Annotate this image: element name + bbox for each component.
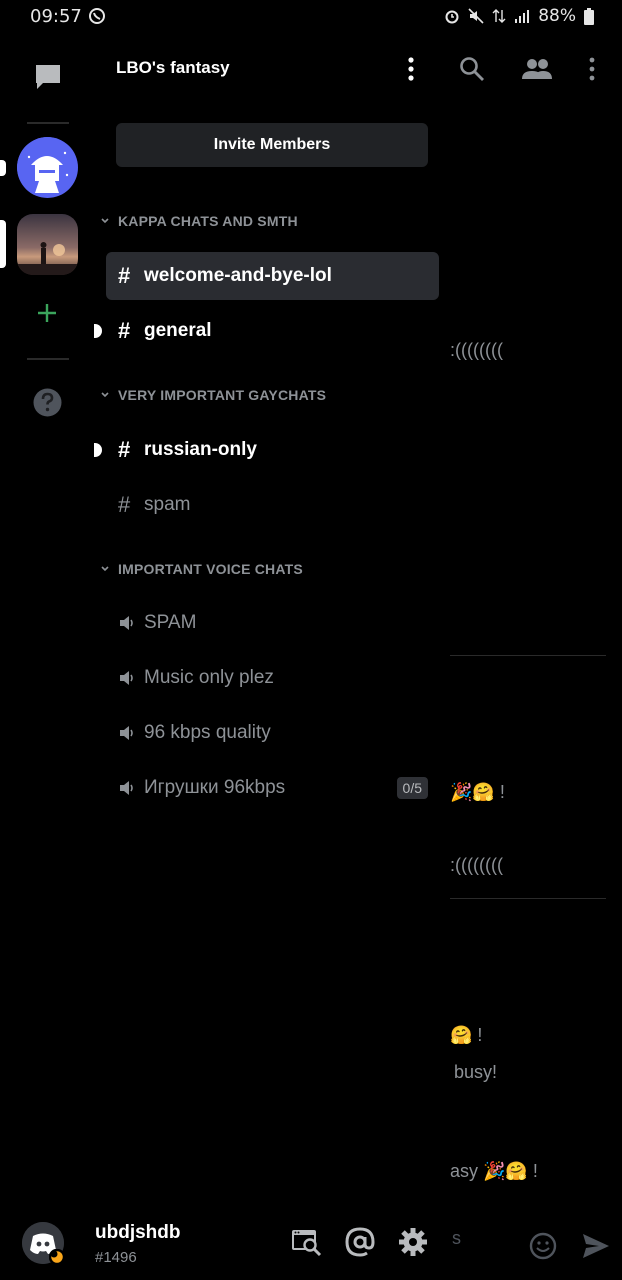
voice-channel-spam[interactable]: SPAM: [106, 599, 439, 647]
category-kappa[interactable]: KAPPA CHATS AND SMTH: [100, 213, 298, 229]
viber-notification-icon: [89, 8, 105, 24]
speaker-icon: [120, 781, 133, 795]
channel-label: Music only plez: [144, 667, 274, 688]
chat-divider: [450, 655, 606, 656]
chevron-down-icon: [101, 566, 109, 572]
unread-indicator: [94, 443, 102, 457]
guild-unread-pill: [0, 160, 6, 176]
chat-menu-icon[interactable]: [587, 56, 597, 82]
category-label: VERY IMPORTANT GAYCHATS: [118, 387, 327, 403]
channel-label: spam: [144, 494, 191, 515]
mentions-icon[interactable]: [344, 1226, 376, 1258]
user-limit-badge: 0/5: [396, 777, 428, 799]
chat-background-panel[interactable]: [448, 32, 622, 1280]
chevron-down-icon: [101, 392, 109, 398]
members-icon[interactable]: [521, 58, 553, 80]
add-server-icon[interactable]: [36, 302, 58, 324]
chevron-down-icon: [101, 218, 109, 224]
status-idle-icon: [49, 1249, 65, 1265]
server-discovery-icon[interactable]: [290, 1226, 322, 1258]
help-icon[interactable]: [33, 388, 62, 417]
channel-label: Игрушки 96kbps: [144, 777, 286, 798]
channel-general[interactable]: # general: [106, 307, 439, 355]
server-name[interactable]: LBO's fantasy: [116, 58, 230, 78]
chat-snippet: 🎉🤗 !: [450, 782, 505, 802]
speaker-icon: [120, 616, 133, 630]
data-icon: [492, 9, 506, 23]
user-panel: [0, 1205, 448, 1280]
invite-members-button[interactable]: Invite Members: [116, 123, 428, 167]
server-menu-icon[interactable]: [404, 56, 418, 82]
speaker-icon: [120, 726, 133, 740]
speaker-icon: [120, 671, 133, 685]
chat-divider: [450, 898, 606, 899]
invite-members-label: Invite Members: [213, 136, 331, 153]
channel-label: SPAM: [144, 612, 197, 633]
chat-snippet: 🤗 !: [450, 1025, 483, 1045]
battery-percent: 88%: [538, 6, 576, 26]
guild-selected-pill: [0, 220, 6, 268]
channel-russian-only[interactable]: # russian-only: [106, 426, 439, 474]
chat-snippet: :((((((((: [450, 855, 503, 875]
emoji-icon[interactable]: [529, 1232, 557, 1260]
category-very-important[interactable]: VERY IMPORTANT GAYCHATS: [100, 387, 326, 403]
user-tag: #1496: [95, 1249, 137, 1266]
settings-gear-icon[interactable]: [397, 1226, 429, 1258]
username[interactable]: ubdjshdb: [95, 1222, 180, 1244]
status-right: 88%: [444, 6, 594, 26]
channel-label: russian-only: [144, 439, 257, 460]
voice-channel-96kbps[interactable]: 96 kbps quality: [106, 709, 439, 757]
rail-divider: [27, 122, 69, 124]
channel-welcome[interactable]: # welcome-and-bye-lol: [106, 252, 439, 300]
unread-indicator: [94, 324, 102, 338]
guild-avatar-art: [17, 137, 77, 197]
hash-icon: #: [118, 492, 131, 517]
channel-label: welcome-and-bye-lol: [144, 265, 332, 286]
hash-icon: #: [118, 437, 131, 462]
send-icon[interactable]: [581, 1232, 611, 1260]
chat-input-hint[interactable]: s: [452, 1228, 461, 1249]
channel-label: 96 kbps quality: [144, 722, 271, 743]
guild-icon-lbo[interactable]: [17, 137, 78, 198]
chat-snippet: :((((((((: [450, 340, 503, 360]
chat-snippet: asy 🎉🤗 !: [450, 1161, 538, 1181]
signal-icon: [515, 10, 530, 23]
mute-icon: [468, 8, 484, 24]
status-bar: 09:57 88%: [0, 0, 622, 32]
battery-icon: [584, 7, 594, 25]
direct-messages-icon[interactable]: [33, 62, 63, 92]
category-label: KAPPA CHATS AND SMTH: [118, 213, 298, 229]
chat-snippet: busy!: [454, 1062, 498, 1082]
channel-label: general: [144, 320, 212, 341]
guild-selected-art: [17, 242, 78, 275]
voice-channel-igrushki[interactable]: Игрушки 96kbps 0/5: [106, 764, 439, 812]
guild-icon-selected[interactable]: [17, 214, 78, 275]
category-voice[interactable]: IMPORTANT VOICE CHATS: [100, 561, 303, 577]
category-label: IMPORTANT VOICE CHATS: [118, 561, 303, 577]
search-icon[interactable]: [459, 56, 485, 82]
status-time: 09:57: [30, 6, 82, 27]
rail-divider-2: [27, 358, 69, 360]
hash-icon: #: [118, 318, 131, 343]
channel-spam[interactable]: # spam: [106, 481, 439, 529]
alarm-icon: [445, 10, 459, 24]
hash-icon: #: [118, 263, 131, 288]
voice-channel-music[interactable]: Music only plez: [106, 654, 439, 702]
